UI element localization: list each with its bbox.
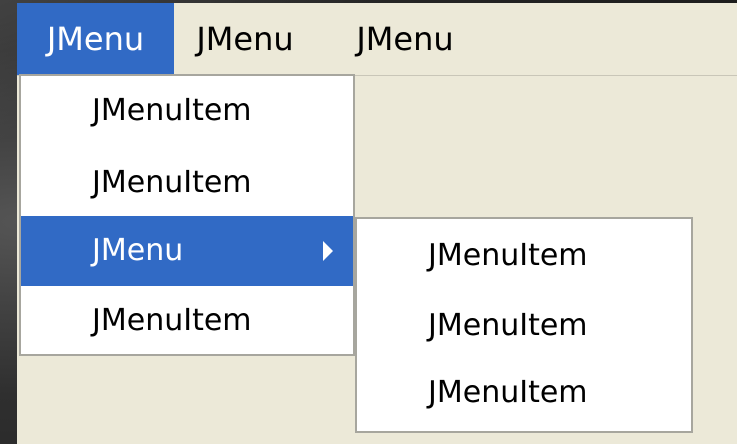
menu-item-4[interactable]: JMenuItem — [21, 286, 353, 356]
submenu-item-3[interactable]: JMenuItem — [357, 358, 691, 428]
menu-item-label: JMenuItem — [92, 303, 252, 338]
menu-2[interactable]: JMenu — [177, 3, 313, 75]
submenu-item-1[interactable]: JMenuItem — [357, 221, 691, 291]
menu-3[interactable]: JMenu — [337, 3, 473, 75]
menu-item-label: JMenuItem — [428, 375, 588, 410]
triangle-right-icon — [323, 241, 333, 261]
menu-1-dropdown: JMenuItem JMenuItem JMenu JMenuItem — [19, 74, 355, 356]
submenu-item[interactable]: JMenu — [21, 216, 353, 286]
menu-bar: JMenu JMenu JMenu — [17, 3, 737, 76]
menu-item-2[interactable]: JMenuItem — [21, 148, 353, 218]
menu-item-label: JMenuItem — [92, 165, 252, 200]
submenu-dropdown: JMenuItem JMenuItem JMenuItem — [355, 217, 693, 433]
submenu-item-label: JMenu — [92, 233, 184, 268]
menu-item-label: JMenuItem — [428, 238, 588, 273]
menu-item-label: JMenuItem — [92, 93, 252, 128]
submenu-item-2[interactable]: JMenuItem — [357, 291, 691, 361]
menu-1[interactable]: JMenu — [17, 3, 174, 75]
menu-item-1[interactable]: JMenuItem — [21, 76, 353, 146]
menu-item-label: JMenuItem — [428, 308, 588, 343]
